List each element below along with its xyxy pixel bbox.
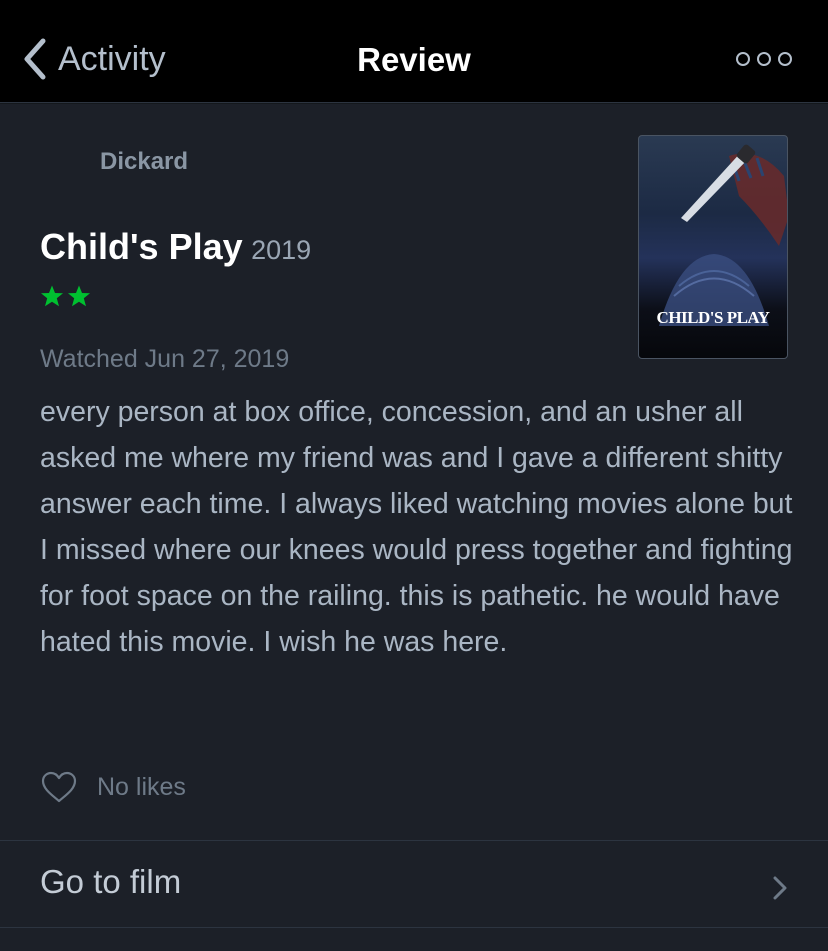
ellipsis-icon (778, 52, 792, 66)
film-poster[interactable]: CHILD'S PLAY (638, 135, 788, 359)
navigation-bar: Activity Review (0, 0, 828, 103)
star-icon (68, 285, 90, 307)
film-heading: Child's Play 2019 (40, 226, 311, 268)
film-title[interactable]: Child's Play (40, 226, 243, 267)
heart-icon[interactable] (40, 770, 78, 804)
poster-title: CHILD'S PLAY (656, 308, 770, 327)
watched-date: Watched Jun 27, 2019 (40, 345, 290, 373)
reviewer-name[interactable]: Dickard (100, 148, 188, 176)
page-title: Review (357, 41, 471, 78)
star-icon (41, 285, 63, 307)
go-to-film-button[interactable]: Go to film (0, 841, 828, 927)
chevron-right-icon (773, 876, 787, 900)
film-year[interactable]: 2019 (251, 235, 311, 265)
go-to-film-label: Go to film (40, 863, 182, 900)
review-content: Dickard Child's Play 2019 Watched Jun 27… (0, 104, 828, 951)
likes-count: No likes (97, 772, 186, 801)
review-body: every person at box office, concession, … (40, 396, 793, 658)
more-options-button[interactable] (736, 48, 792, 70)
ellipsis-icon (736, 52, 750, 66)
star-rating (40, 284, 91, 308)
divider (0, 927, 828, 928)
ellipsis-icon (757, 52, 771, 66)
likes-row: No likes (40, 770, 186, 804)
